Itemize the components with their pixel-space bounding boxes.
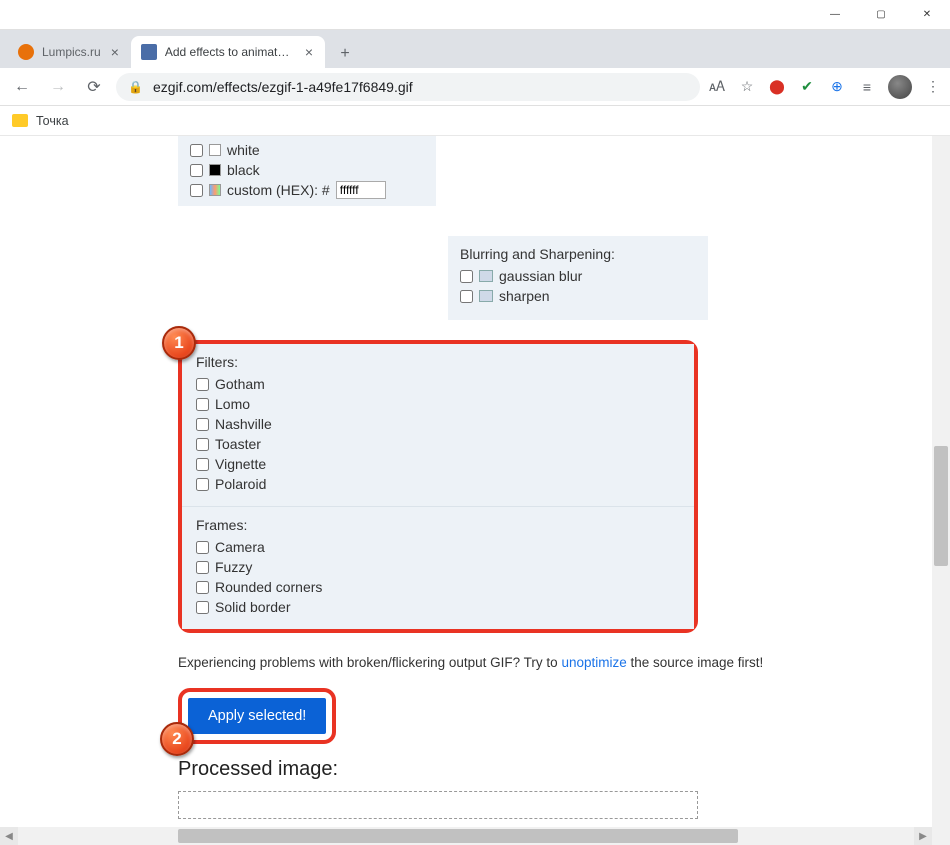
color-custom-label: custom (HEX): # [227,182,330,198]
swatch-custom-icon [209,184,221,196]
scroll-right-icon[interactable]: ▶ [914,827,932,845]
translate-icon[interactable]: 🗚 [708,78,726,96]
checkbox-fuzzy[interactable] [196,561,209,574]
checkbox-sharpen[interactable] [460,290,473,303]
close-icon[interactable]: × [109,44,121,60]
page-content: white black custom (HEX): # Blurring and… [0,136,932,819]
tab-title: Add effects to animated gifs - gif... [165,45,295,59]
reload-button[interactable]: ⟳ [80,73,108,101]
scrollbar-thumb[interactable] [934,446,948,566]
extension-icon[interactable]: ⬤ [768,78,786,96]
bookmark-item[interactable]: Точка [36,114,69,128]
window-maximize-button[interactable]: ▢ [858,0,904,30]
blur-item-label: sharpen [499,288,550,304]
tip-text: Experiencing problems with broken/flicke… [178,655,912,670]
favicon-icon [18,44,34,60]
frames-title: Frames: [196,517,680,533]
tab-lumpics[interactable]: Lumpics.ru × [8,36,131,68]
filter-label: Lomo [215,396,250,412]
blur-sharpen-section: Blurring and Sharpening: gaussian blur s… [448,236,708,320]
checkbox-vignette[interactable] [196,458,209,471]
checkbox-polaroid[interactable] [196,478,209,491]
tip-after: the source image first! [627,655,764,670]
back-button[interactable]: ← [8,73,36,101]
filters-title: Filters: [196,354,680,370]
checkbox-lomo[interactable] [196,398,209,411]
tab-ezgif[interactable]: Add effects to animated gifs - gif... × [131,36,325,68]
checkbox-custom[interactable] [190,184,203,197]
reading-list-icon[interactable]: ≡ [858,78,876,96]
menu-icon[interactable]: ⋮ [924,78,942,96]
unoptimize-link[interactable]: unoptimize [561,655,626,670]
frame-label: Camera [215,539,265,555]
extension-icon[interactable]: ⊕ [828,78,846,96]
extensions-cluster: 🗚 ☆ ⬤ ✔ ⊕ ≡ ⋮ [708,75,942,99]
scroll-left-icon[interactable]: ◀ [0,827,18,845]
swatch-black-icon [209,164,221,176]
frame-label: Fuzzy [215,559,252,575]
folder-icon [12,114,28,127]
effect-thumb-icon [479,290,493,302]
filter-label: Polaroid [215,476,266,492]
checkbox-white[interactable] [190,144,203,157]
color-black-label: black [227,162,260,178]
checkbox-rounded-corners[interactable] [196,581,209,594]
color-white-label: white [227,142,260,158]
filters-section: Filters: Gotham Lomo Nashville Toaster V… [182,344,694,506]
processed-image-placeholder [178,791,698,819]
effect-thumb-icon [479,270,493,282]
frame-label: Solid border [215,599,291,615]
checkbox-nashville[interactable] [196,418,209,431]
blur-item-label: gaussian blur [499,268,582,284]
checkbox-gotham[interactable] [196,378,209,391]
highlight-filters-frames: 1 Filters: Gotham Lomo Nashville Toaster… [178,340,698,633]
checkbox-solid-border[interactable] [196,601,209,614]
annotation-badge-2: 2 [160,722,194,756]
annotation-badge-1: 1 [162,326,196,360]
star-icon[interactable]: ☆ [738,78,756,96]
frame-label: Rounded corners [215,579,322,595]
highlight-apply: Apply selected! 2 [178,688,336,744]
frames-section: Frames: Camera Fuzzy Rounded corners Sol… [182,506,694,629]
horizontal-scrollbar[interactable]: ◀ ▶ [0,827,932,845]
checkbox-toaster[interactable] [196,438,209,451]
filter-label: Nashville [215,416,272,432]
filter-label: Gotham [215,376,265,392]
forward-button[interactable]: → [44,73,72,101]
checkbox-black[interactable] [190,164,203,177]
window-close-button[interactable]: ✕ [904,0,950,30]
favicon-icon [141,44,157,60]
filter-label: Vignette [215,456,266,472]
color-options: white black custom (HEX): # [178,136,436,206]
hex-input[interactable] [336,181,386,199]
window-minimize-button[interactable]: ― [812,0,858,30]
page-viewport: white black custom (HEX): # Blurring and… [0,136,932,827]
address-bar[interactable]: 🔒 ezgif.com/effects/ezgif-1-a49fe17f6849… [116,73,700,101]
filter-label: Toaster [215,436,261,452]
lock-icon: 🔒 [128,80,143,94]
vertical-scrollbar[interactable] [932,136,950,827]
tip-before: Experiencing problems with broken/flicke… [178,655,561,670]
toolbar: ← → ⟳ 🔒 ezgif.com/effects/ezgif-1-a49fe1… [0,68,950,106]
extension-icon[interactable]: ✔ [798,78,816,96]
swatch-white-icon [209,144,221,156]
bookmarks-bar: Точка [0,106,950,136]
apply-selected-button[interactable]: Apply selected! [188,698,326,734]
checkbox-gaussian-blur[interactable] [460,270,473,283]
processed-image-title: Processed image: [178,758,912,781]
url-text: ezgif.com/effects/ezgif-1-a49fe17f6849.g… [153,79,413,95]
close-icon[interactable]: × [303,44,315,60]
scrollbar-thumb[interactable] [178,829,738,843]
new-tab-button[interactable]: + [331,40,359,68]
tab-title: Lumpics.ru [42,45,101,59]
blur-title: Blurring and Sharpening: [460,246,696,262]
scrollbar-corner [932,827,950,845]
window-titlebar: ― ▢ ✕ [0,0,950,30]
checkbox-camera[interactable] [196,541,209,554]
tab-strip: Lumpics.ru × Add effects to animated gif… [0,30,950,68]
avatar[interactable] [888,75,912,99]
